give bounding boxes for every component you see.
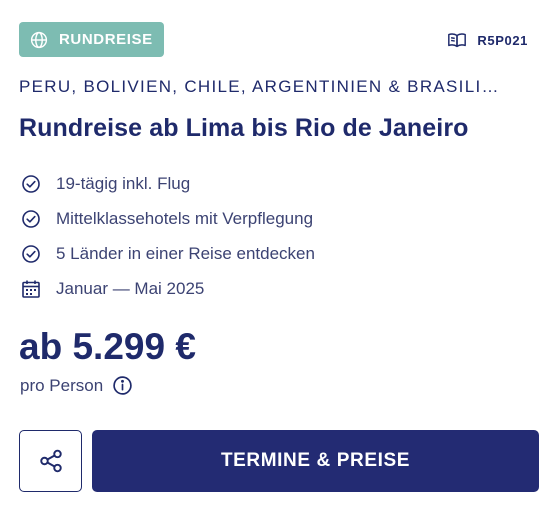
- feature-text: Januar — Mai 2025: [56, 278, 205, 298]
- info-icon[interactable]: [112, 375, 133, 396]
- share-icon: [38, 448, 64, 474]
- price-note: pro Person: [20, 375, 133, 396]
- check-circle-icon: [21, 209, 41, 229]
- calendar-icon: [21, 279, 41, 299]
- countries-line: PERU, BOLIVIEN, CHILE, ARGENTINIEN & BRA…: [19, 77, 500, 96]
- share-button[interactable]: [19, 430, 82, 492]
- dates-prices-button-label: TERMINE & PREISE: [220, 450, 411, 471]
- trip-title: Rundreise ab Lima bis Rio de Janeiro: [19, 114, 469, 142]
- dates-prices-button[interactable]: TERMINE & PREISE: [92, 430, 539, 492]
- feature-item: 19-tägig inkl. Flug: [21, 166, 521, 201]
- feature-text: 19-tägig inkl. Flug: [56, 173, 191, 193]
- feature-item: Mittelklassehotels mit Verpflegung: [21, 201, 521, 236]
- feature-list: 19-tägig inkl. Flug Mittelklassehotels m…: [21, 166, 521, 306]
- globe-icon: [30, 31, 48, 49]
- price-note-label: pro Person: [20, 375, 104, 395]
- check-circle-icon: [21, 174, 41, 194]
- feature-text: Mittelklassehotels mit Verpflegung: [56, 208, 314, 228]
- category-badge: RUNDREISE: [19, 22, 164, 57]
- trip-code-label: R5P021: [477, 32, 528, 48]
- trip-code: R5P021: [447, 31, 528, 49]
- feature-item: Januar — Mai 2025: [21, 271, 521, 306]
- book-icon: [447, 31, 467, 49]
- feature-item: 5 Länder in einer Reise entdecken: [21, 236, 521, 271]
- check-circle-icon: [21, 244, 41, 264]
- feature-text: 5 Länder in einer Reise entdecken: [56, 243, 315, 263]
- price: ab 5.299 €: [19, 326, 196, 367]
- category-badge-label: RUNDREISE: [59, 31, 153, 48]
